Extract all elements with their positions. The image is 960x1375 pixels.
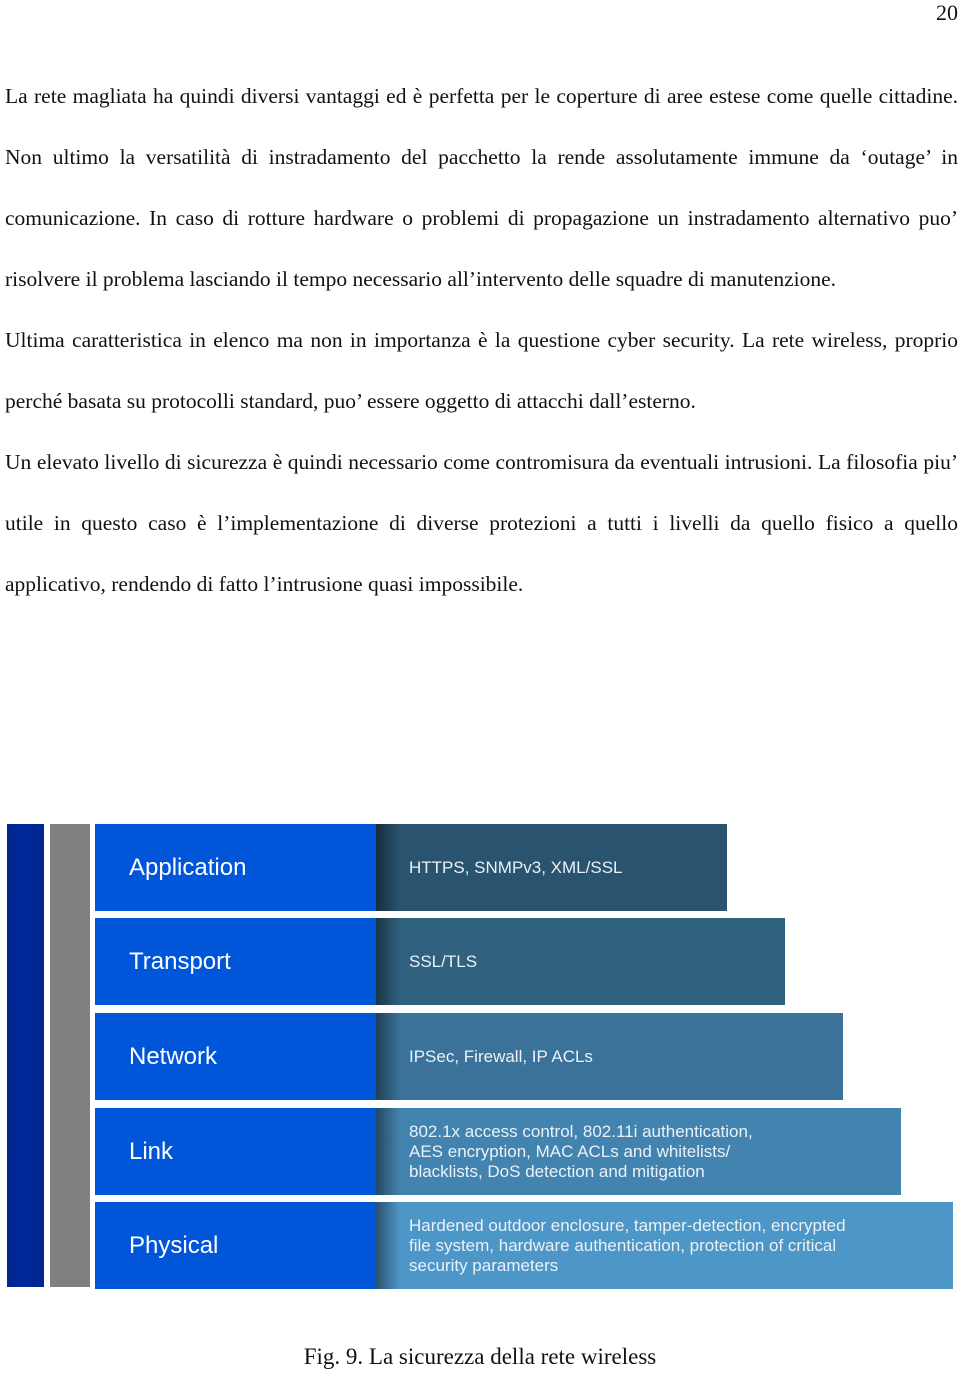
body-text: La rete magliata ha quindi diversi vanta… (5, 66, 958, 615)
layer-label: Link (95, 1108, 376, 1195)
layer-description: HTTPS, SNMPv3, XML/SSL (376, 824, 727, 911)
layer-label: Transport (95, 918, 376, 1005)
page-number: 20 (936, 0, 958, 25)
figure-side-bar-gray (50, 824, 90, 1287)
paragraph: Un elevato livello di sicurezza è quindi… (5, 450, 958, 596)
layer-description: 802.1x access control, 802.11i authentic… (376, 1108, 901, 1195)
layer-description: SSL/TLS (376, 918, 785, 1005)
layer-row-transport: Transport SSL/TLS (95, 918, 785, 1005)
layer-row-link: Link 802.1x access control, 802.11i auth… (95, 1108, 901, 1195)
layer-label: Network (95, 1013, 376, 1100)
layer-row-network: Network IPSec, Firewall, IP ACLs (95, 1013, 843, 1100)
figure-caption: Fig. 9. La sicurezza della rete wireless (303, 1344, 657, 1369)
paragraph: La rete magliata ha quindi diversi vanta… (5, 84, 958, 291)
layer-row-application: Application HTTPS, SNMPv3, XML/SSL (95, 824, 727, 911)
layer-row-physical: Physical Hardened outdoor enclosure, tam… (95, 1202, 953, 1289)
layer-label: Application (95, 824, 376, 911)
layer-description: Hardened outdoor enclosure, tamper-detec… (376, 1202, 953, 1289)
paragraph: Ultima caratteristica in elenco ma non i… (5, 328, 958, 413)
figure-side-bar-blue (7, 824, 44, 1287)
layer-description: IPSec, Firewall, IP ACLs (376, 1013, 843, 1100)
security-layers-figure: Application HTTPS, SNMPv3, XML/SSL Trans… (0, 824, 960, 1290)
layer-label: Physical (95, 1202, 376, 1289)
